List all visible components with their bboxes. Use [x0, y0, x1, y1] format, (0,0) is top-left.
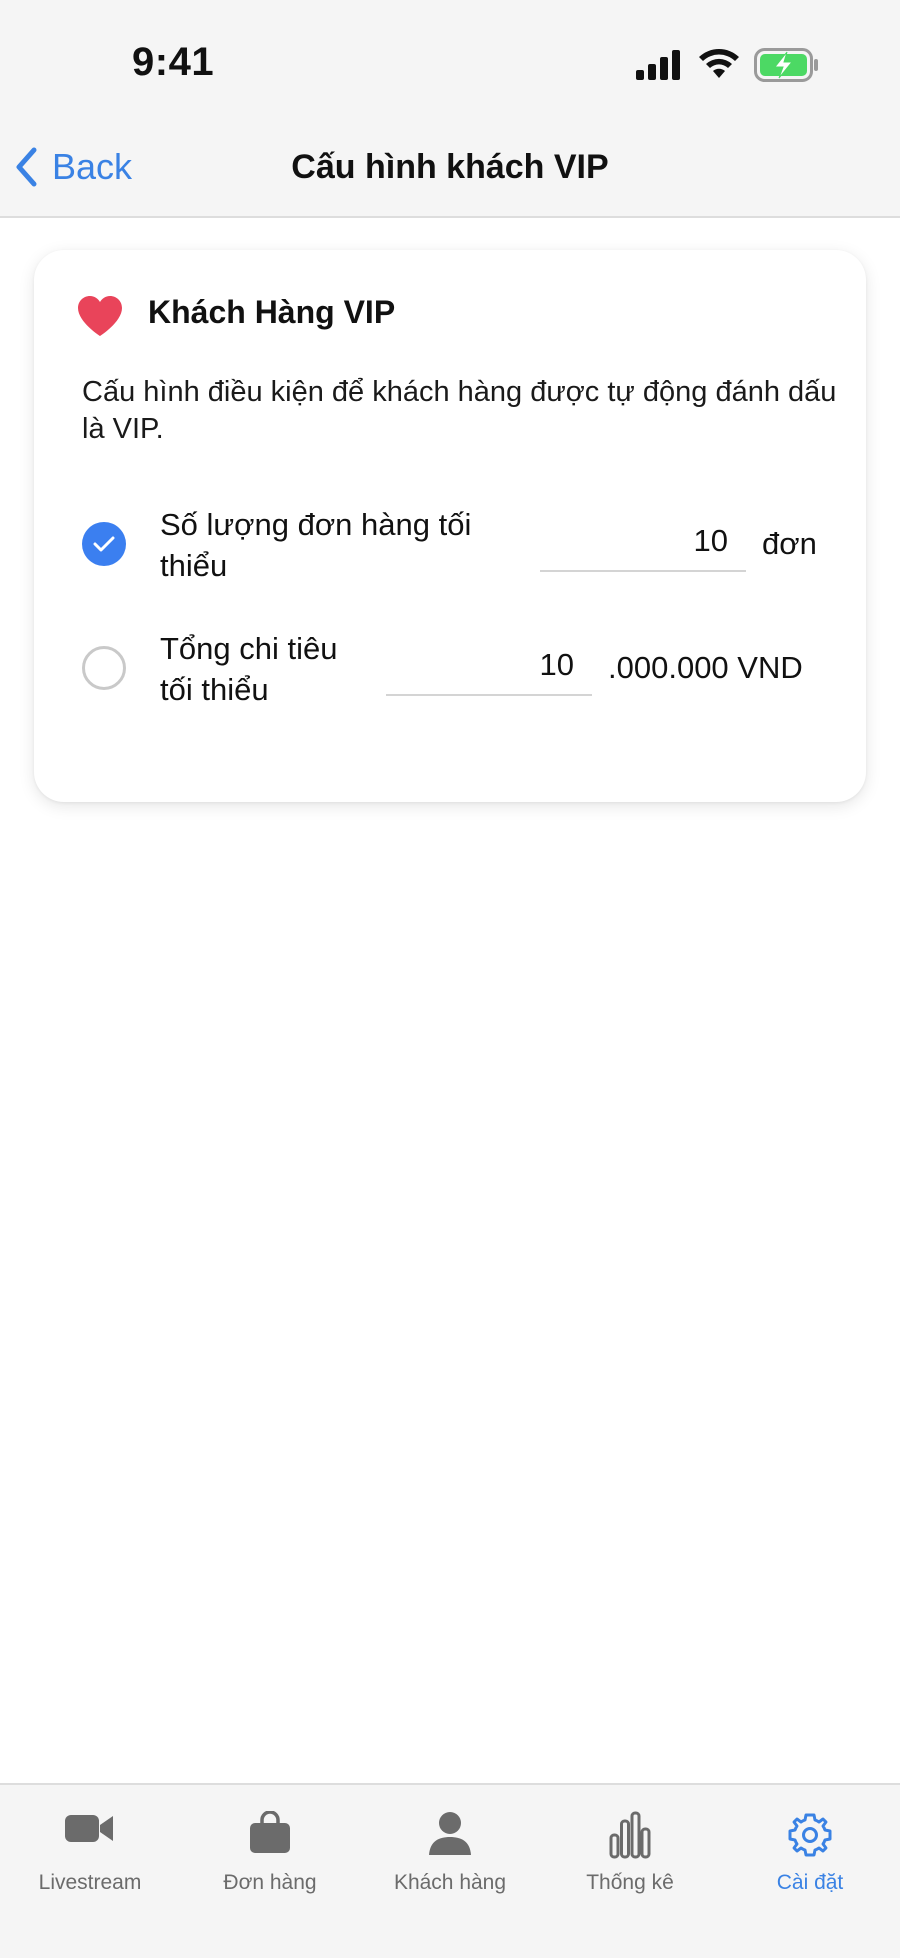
min-orders-label-line2: thiểu: [160, 548, 228, 583]
min-orders-radio[interactable]: [82, 522, 126, 566]
tab-orders[interactable]: Đơn hàng: [180, 1797, 360, 1897]
tab-bar: Livestream Đơn hàng Khách hàng Thống kê …: [0, 1783, 900, 1958]
card-title: Khách Hàng VIP: [148, 294, 396, 330]
navigation-bar: Back Cấu hình khách VIP: [0, 118, 900, 218]
tab-livestream-label: Livestream: [38, 1871, 142, 1894]
page-title: Cấu hình khách VIP: [291, 148, 609, 186]
card-description: Cấu hình điều kiện để khách hàng được tự…: [82, 376, 837, 445]
min-orders-input[interactable]: [540, 512, 746, 572]
tab-statistics-label: Thống kê: [586, 1871, 674, 1894]
tab-settings-label: Cài đặt: [776, 1871, 844, 1894]
status-time: 9:41: [132, 40, 215, 84]
tab-customers[interactable]: Khách hàng: [360, 1797, 540, 1897]
min-spending-radio[interactable]: [82, 646, 126, 690]
video-camera-icon: [65, 1815, 113, 1842]
min-orders-label-line1: Số lượng đơn hàng tối: [160, 507, 472, 542]
min-orders-unit: đơn: [762, 526, 817, 561]
cellular-signal-icon: [636, 50, 680, 80]
min-spending-input[interactable]: [386, 636, 592, 696]
shopping-bag-icon: [250, 1811, 290, 1853]
min-spending-label-line2: tối thiểu: [160, 672, 269, 707]
gear-icon: [788, 1813, 832, 1857]
bar-chart-icon: [609, 1811, 651, 1859]
checkmark-icon: [93, 536, 115, 552]
person-icon: [429, 1812, 471, 1855]
wifi-icon: [699, 49, 739, 78]
vip-config-card: Khách Hàng VIP Cấu hình điều kiện để khá…: [34, 250, 866, 802]
tab-settings[interactable]: Cài đặt: [720, 1797, 900, 1897]
min-spending-label-line1: Tổng chi tiêu: [160, 631, 338, 666]
tab-customers-label: Khách hàng: [393, 1871, 507, 1894]
status-bar: 9:41: [0, 0, 900, 118]
battery-charging-icon: [754, 48, 818, 82]
tab-orders-label: Đơn hàng: [223, 1871, 317, 1894]
tab-statistics[interactable]: Thống kê: [540, 1797, 720, 1897]
min-spending-unit: .000.000 VND: [608, 650, 803, 685]
min-orders-label: Số lượng đơn hàng tối thiểu: [160, 504, 471, 586]
min-spending-label: Tổng chi tiêu tối thiểu: [160, 628, 338, 710]
heart-icon: [78, 296, 122, 336]
tab-livestream[interactable]: Livestream: [0, 1797, 180, 1897]
